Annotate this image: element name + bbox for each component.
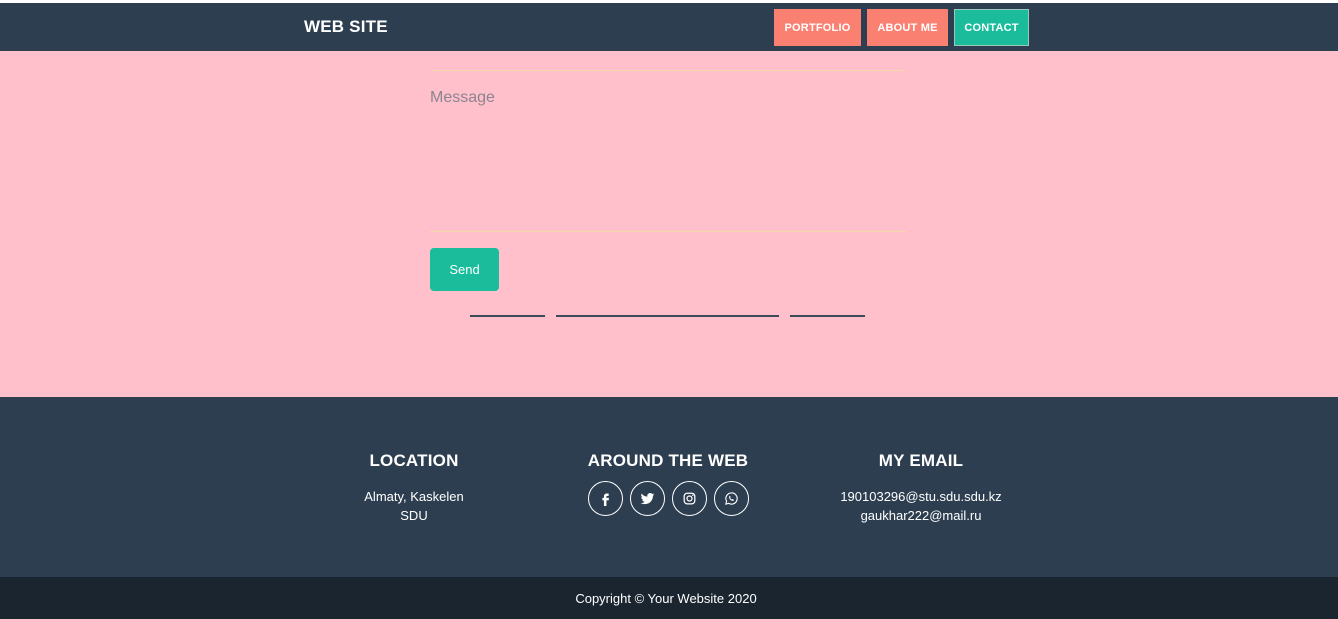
nav-about-button[interactable]: ABOUT ME — [867, 9, 948, 46]
email-heading: MY EMAIL — [878, 451, 964, 470]
empty-link-underline[interactable] — [790, 315, 865, 317]
location-heading: LOCATION — [369, 451, 459, 470]
whatsapp-icon[interactable] — [713, 481, 749, 516]
message-textarea[interactable] — [430, 89, 906, 229]
copyright-text: Copyright © Your Website 2020 — [575, 590, 757, 606]
location-line-1: Almaty, Kaskelen — [364, 489, 464, 504]
footer-location: LOCATION Almaty, Kaskelen SDU — [344, 451, 484, 525]
instagram-icon[interactable] — [671, 481, 707, 516]
social-links — [568, 481, 768, 516]
empty-link-underline[interactable] — [556, 315, 779, 317]
brand-title[interactable]: WEB SITE — [304, 17, 388, 37]
field-divider — [430, 231, 906, 232]
copyright-bar: Copyright © Your Website 2020 — [0, 577, 1338, 619]
twitter-icon[interactable] — [629, 481, 665, 516]
facebook-icon[interactable] — [587, 481, 623, 516]
contact-section: Send — [0, 51, 1338, 397]
nav-contact-button[interactable]: CONTACT — [954, 9, 1029, 46]
empty-link-underline[interactable] — [470, 315, 545, 317]
footer-around-web: AROUND THE WEB — [568, 451, 768, 516]
nav-portfolio-button[interactable]: PORTFOLIO — [774, 9, 861, 46]
around-web-heading: AROUND THE WEB — [587, 451, 749, 470]
footer: LOCATION Almaty, Kaskelen SDU AROUND THE… — [0, 397, 1338, 577]
footer-email: MY EMAIL 190103296@stu.sdu.sdu.kz gaukha… — [811, 451, 1031, 525]
location-line-2: SDU — [400, 508, 428, 523]
navbar: WEB SITE PORTFOLIO ABOUT ME CONTACT — [0, 3, 1338, 51]
email-line-2[interactable]: gaukhar222@mail.ru — [811, 506, 1031, 525]
email-line-1[interactable]: 190103296@stu.sdu.sdu.kz — [811, 487, 1031, 506]
send-button[interactable]: Send — [430, 248, 499, 291]
field-divider — [430, 70, 906, 71]
